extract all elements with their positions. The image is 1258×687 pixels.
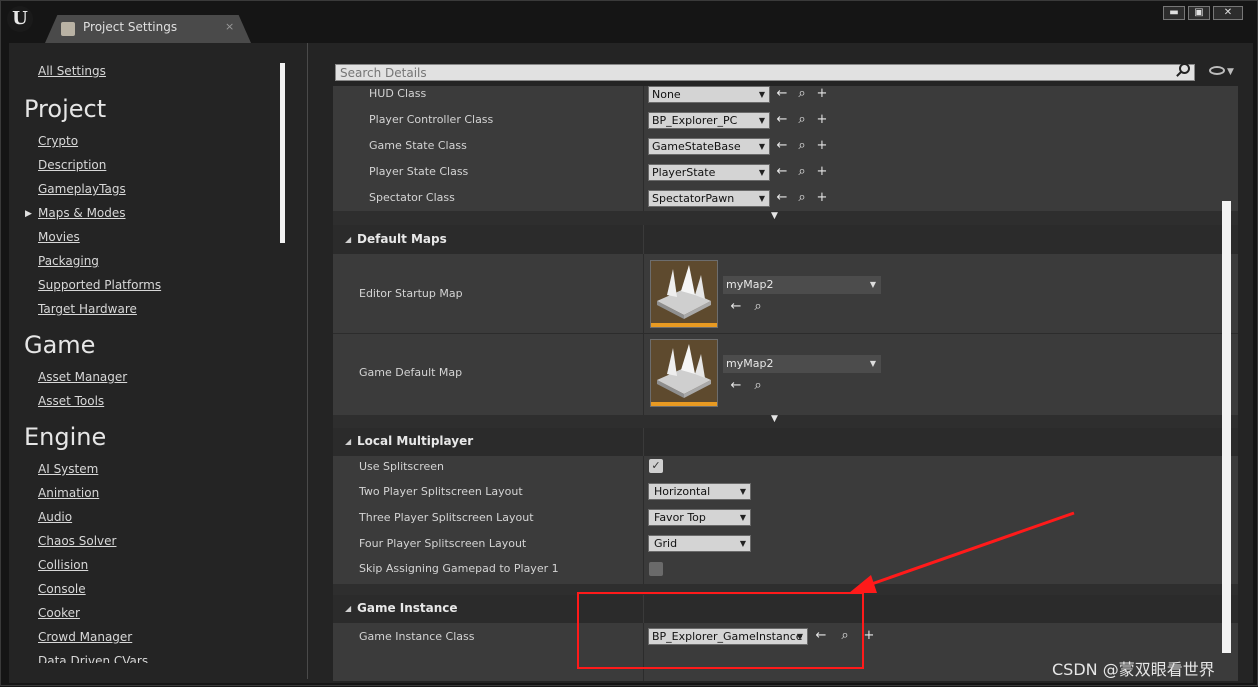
project-settings-window: U Project Settings × ▬ ▣ ✕ All Settings … (0, 0, 1258, 686)
red-arrow-annotation (849, 511, 1075, 593)
watermark: CSDN @蒙双眼看世界 (1052, 660, 1215, 679)
